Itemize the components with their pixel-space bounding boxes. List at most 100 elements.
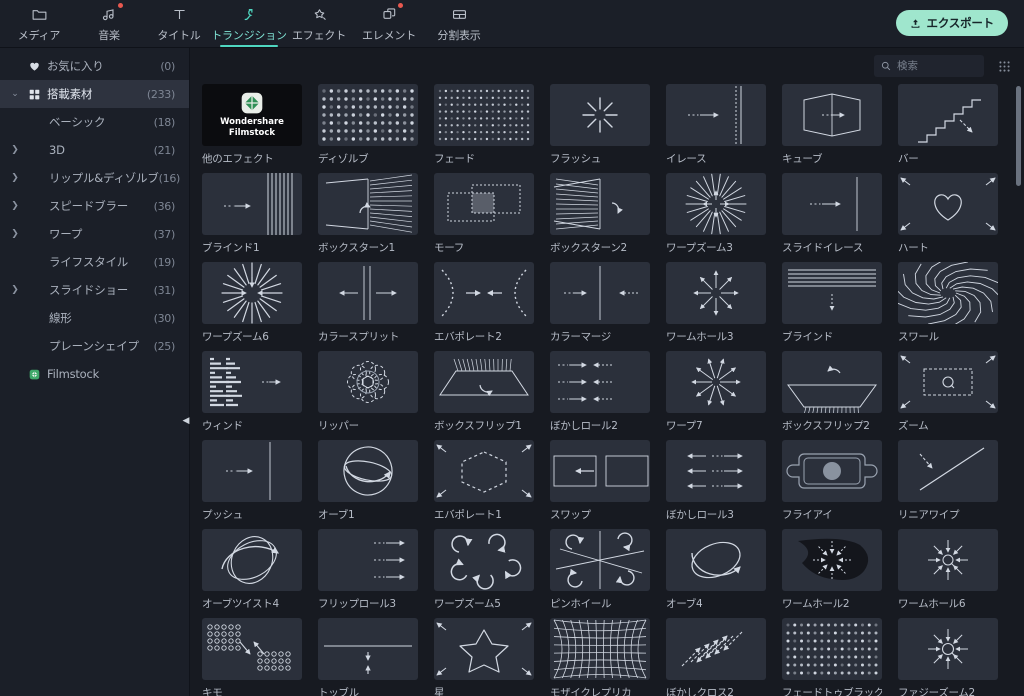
transition-card[interactable]: ピンホイール xyxy=(550,529,650,611)
transition-thumbnail[interactable] xyxy=(318,618,418,680)
transition-card[interactable]: イレース xyxy=(666,84,766,166)
transition-thumbnail[interactable] xyxy=(550,351,650,413)
export-button[interactable]: エクスポート xyxy=(895,10,1008,36)
transition-card[interactable]: ブラインド1 xyxy=(202,173,302,255)
transition-thumbnail[interactable] xyxy=(782,173,882,235)
transition-thumbnail[interactable] xyxy=(202,529,302,591)
transition-card[interactable]: ぼかしクロス2 xyxy=(666,618,766,696)
sidebar-item-2[interactable]: ベーシック (18) xyxy=(0,108,189,136)
transition-card[interactable]: プッシュ xyxy=(202,440,302,522)
transition-thumbnail[interactable] xyxy=(898,173,998,235)
transition-card[interactable]: オーブ1 xyxy=(318,440,418,522)
transition-card[interactable]: ボックスターン2 xyxy=(550,173,650,255)
transition-thumbnail[interactable] xyxy=(434,440,534,502)
transition-card[interactable]: ぼかしロール3 xyxy=(666,440,766,522)
sidebar-item-0[interactable]: お気に入り (0) xyxy=(0,52,189,80)
scrollbar-thumb[interactable] xyxy=(1016,86,1021,186)
chevron-right-icon[interactable]: ❯ xyxy=(6,173,24,183)
tab-element-shapes[interactable]: エレメント xyxy=(354,0,424,47)
transition-thumbnail[interactable] xyxy=(202,440,302,502)
transition-thumbnail[interactable] xyxy=(434,529,534,591)
transition-thumbnail[interactable] xyxy=(434,618,534,680)
transition-card[interactable]: バー xyxy=(898,84,998,166)
transition-card[interactable]: オーブツイスト4 xyxy=(202,529,302,611)
tab-music-note[interactable]: 音楽 xyxy=(74,0,144,47)
sidebar-item-8[interactable]: ❯ スライドショー (31) xyxy=(0,276,189,304)
transition-thumbnail[interactable] xyxy=(318,440,418,502)
transition-thumbnail[interactable] xyxy=(782,618,882,680)
transition-card[interactable]: ボックスターン1 xyxy=(318,173,418,255)
sidebar-item-7[interactable]: ライフスタイル (19) xyxy=(0,248,189,276)
transition-card[interactable]: Wondershare Filmstock 他のエフェクト xyxy=(202,84,302,166)
tab-split-screen[interactable]: 分割表示 xyxy=(424,0,494,47)
transition-card[interactable]: リニアワイプ xyxy=(898,440,998,522)
tab-folder[interactable]: メディア xyxy=(4,0,74,47)
transition-thumbnail[interactable] xyxy=(666,440,766,502)
transition-card[interactable]: トッブル xyxy=(318,618,418,696)
transition-thumbnail[interactable] xyxy=(550,529,650,591)
transition-thumbnail[interactable] xyxy=(550,262,650,324)
tab-transition[interactable]: トランジション xyxy=(211,0,287,47)
transition-thumbnail[interactable] xyxy=(666,351,766,413)
grid-view-icon[interactable] xyxy=(994,56,1014,76)
sidebar-item-10[interactable]: プレーンシェイプ (25) xyxy=(0,332,189,360)
transition-card[interactable]: フラッシュ xyxy=(550,84,650,166)
transition-card[interactable]: ワームホール2 xyxy=(782,529,882,611)
transition-thumbnail[interactable] xyxy=(318,84,418,146)
transition-thumbnail[interactable] xyxy=(782,529,882,591)
chevron-right-icon[interactable]: ❯ xyxy=(6,145,24,155)
transition-card[interactable]: モーフ xyxy=(434,173,534,255)
transition-card[interactable]: ワープズーム3 xyxy=(666,173,766,255)
transition-card[interactable]: フライアイ xyxy=(782,440,882,522)
chevron-right-icon[interactable]: ❯ xyxy=(6,229,24,239)
transition-card[interactable]: キモ xyxy=(202,618,302,696)
transition-card[interactable]: ブラインド xyxy=(782,262,882,344)
transition-thumbnail[interactable] xyxy=(550,440,650,502)
transition-card[interactable]: エバポレート2 xyxy=(434,262,534,344)
transition-card[interactable]: フリップロール3 xyxy=(318,529,418,611)
transition-thumbnail[interactable] xyxy=(318,173,418,235)
transition-card[interactable]: ファジーズーム2 xyxy=(898,618,998,696)
transition-card[interactable]: ズーム xyxy=(898,351,998,433)
sidebar-item-9[interactable]: 線形 (30) xyxy=(0,304,189,332)
transition-thumbnail[interactable] xyxy=(202,618,302,680)
transition-card[interactable]: フェード xyxy=(434,84,534,166)
transition-thumbnail[interactable] xyxy=(434,84,534,146)
transition-card[interactable]: ワープ7 xyxy=(666,351,766,433)
transition-thumbnail[interactable]: Wondershare Filmstock xyxy=(202,84,302,146)
transition-card[interactable]: ディゾルブ xyxy=(318,84,418,166)
transition-thumbnail[interactable] xyxy=(550,173,650,235)
sidebar-item-6[interactable]: ❯ ワープ (37) xyxy=(0,220,189,248)
sidebar-item-3[interactable]: ❯ 3D (21) xyxy=(0,136,189,164)
transition-thumbnail[interactable] xyxy=(434,351,534,413)
transition-card[interactable]: エバポレート1 xyxy=(434,440,534,522)
transition-thumbnail[interactable] xyxy=(666,262,766,324)
transition-thumbnail[interactable] xyxy=(898,262,998,324)
transition-thumbnail[interactable] xyxy=(202,262,302,324)
transition-thumbnail[interactable] xyxy=(898,618,998,680)
transition-thumbnail[interactable] xyxy=(782,262,882,324)
transition-card[interactable]: ボックスフリップ1 xyxy=(434,351,534,433)
sidebar-item-4[interactable]: ❯ リップル&ディゾルブ (16) xyxy=(0,164,189,192)
transition-card[interactable]: オーブ4 xyxy=(666,529,766,611)
transition-card[interactable]: スライドイレース xyxy=(782,173,882,255)
transition-thumbnail[interactable] xyxy=(782,440,882,502)
transition-card[interactable]: スワップ xyxy=(550,440,650,522)
transition-card[interactable]: ワームホール6 xyxy=(898,529,998,611)
transition-thumbnail[interactable] xyxy=(898,529,998,591)
transition-card[interactable]: ぼかしロール2 xyxy=(550,351,650,433)
transition-card[interactable]: ハート xyxy=(898,173,998,255)
transition-thumbnail[interactable] xyxy=(550,618,650,680)
chevron-down-icon[interactable]: ⌄ xyxy=(6,89,24,99)
tab-text-title[interactable]: タイトル xyxy=(144,0,214,47)
transition-thumbnail[interactable] xyxy=(666,618,766,680)
transition-thumbnail[interactable] xyxy=(318,529,418,591)
chevron-right-icon[interactable]: ❯ xyxy=(6,201,24,211)
transition-card[interactable]: 星 xyxy=(434,618,534,696)
transition-card[interactable]: ボックスフリップ2 xyxy=(782,351,882,433)
transition-thumbnail[interactable] xyxy=(202,351,302,413)
transition-thumbnail[interactable] xyxy=(434,173,534,235)
transition-card[interactable]: カラースプリット xyxy=(318,262,418,344)
transition-card[interactable]: モザイクレプリカ xyxy=(550,618,650,696)
transition-thumbnail[interactable] xyxy=(898,440,998,502)
